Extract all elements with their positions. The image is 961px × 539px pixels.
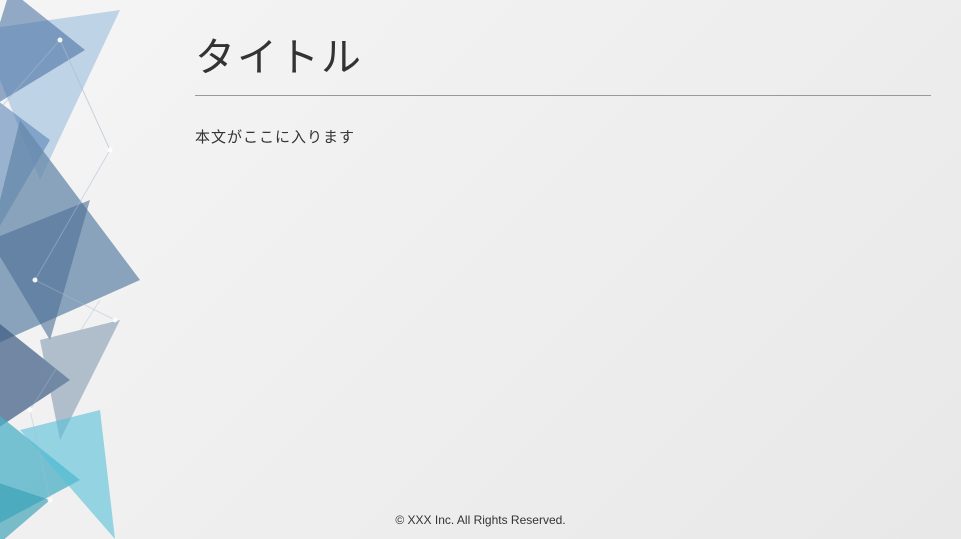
slide-title: タイトル bbox=[195, 25, 931, 95]
slide-body-text: 本文がここに入ります bbox=[195, 126, 931, 147]
slide-footer: © XXX Inc. All Rights Reserved. bbox=[0, 513, 961, 527]
content-area: タイトル 本文がここに入ります bbox=[195, 25, 931, 147]
decorative-triangles-bg bbox=[0, 0, 200, 539]
title-divider bbox=[195, 95, 931, 96]
